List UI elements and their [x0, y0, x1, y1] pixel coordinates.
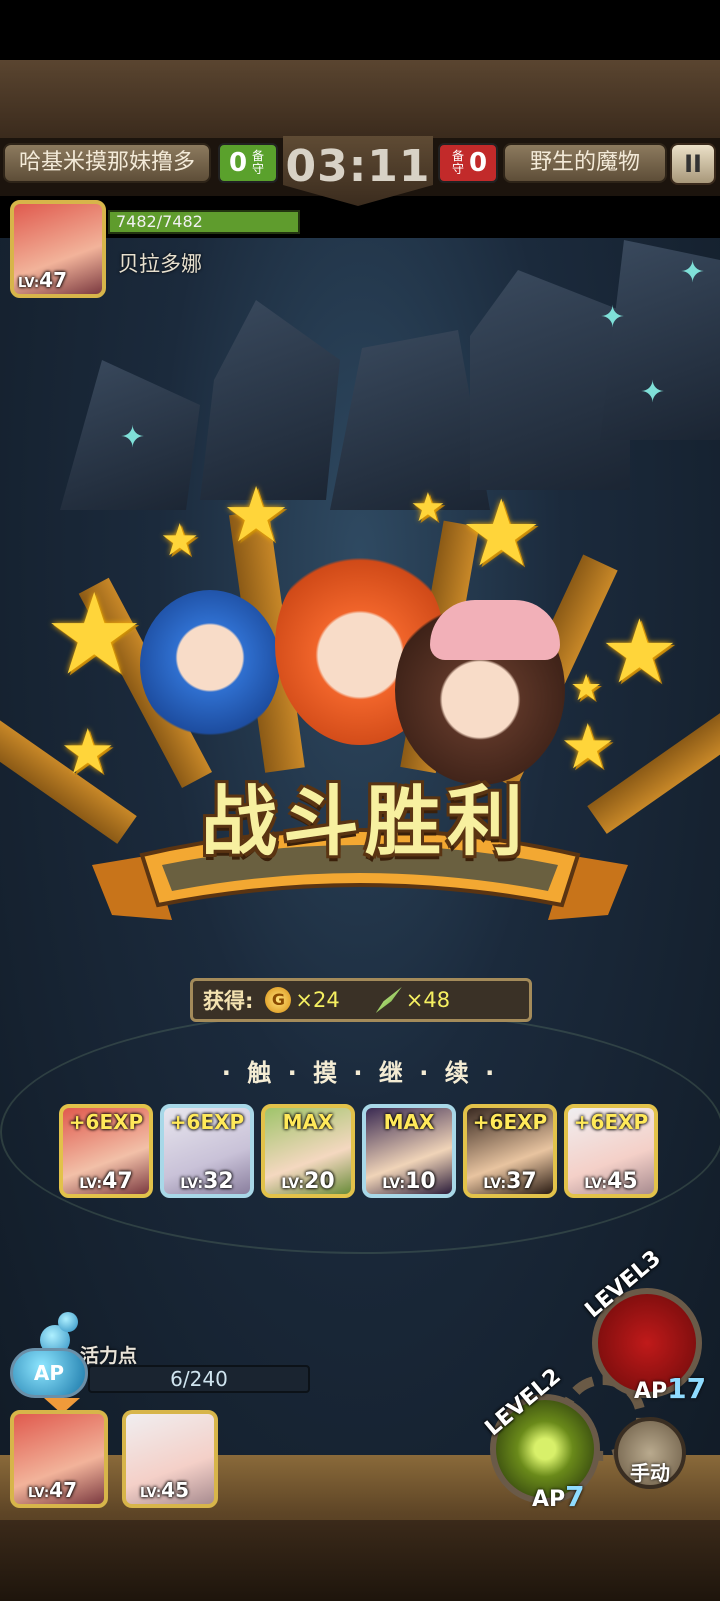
bench-level: LV:47	[28, 1478, 78, 1502]
team-card: MAX LV:10	[362, 1104, 456, 1198]
timer-text: 03:11	[285, 141, 431, 192]
exp-gain: MAX	[282, 1110, 334, 1134]
star-icon: ★	[60, 715, 116, 788]
bench-character-1[interactable]: LV:47	[10, 1410, 108, 1508]
feather-item-icon	[375, 987, 402, 1013]
enemy-level: LV:47	[18, 268, 68, 292]
rewards-label: 获得:	[203, 989, 254, 1013]
enemy-name: 贝拉多娜	[118, 252, 202, 276]
enemy-portrait: LV:47	[10, 200, 106, 298]
enemy-team-name: 野生的魔物	[503, 143, 667, 183]
card-level: LV:10	[382, 1169, 436, 1194]
sparkle-icon: ✦	[120, 420, 146, 455]
exp-gain: +6EXP	[169, 1110, 245, 1134]
star-icon: ★	[570, 668, 603, 709]
bottom-frame	[0, 1520, 720, 1601]
team-card: +6EXP LV:32	[160, 1104, 254, 1198]
top-frame	[0, 60, 720, 140]
character-pink-cap	[430, 600, 560, 660]
star-icon: ★	[44, 570, 145, 700]
player-score-label: 备守	[252, 149, 265, 176]
team-card: +6EXP LV:45	[564, 1104, 658, 1198]
skill-level3-ap: AP17	[634, 1372, 707, 1405]
skill-level2-ap: AP7	[532, 1480, 585, 1513]
card-level: LV:37	[483, 1169, 537, 1194]
team-card: +6EXP LV:47	[59, 1104, 153, 1198]
ap-bubble-icon	[58, 1312, 78, 1332]
star-icon: ★	[560, 710, 616, 783]
touch-to-continue[interactable]: · 触 · 摸 · 继 · 续 ·	[0, 1053, 720, 1088]
gold-coin-icon: G	[265, 987, 292, 1013]
gold-quantity: ×24	[295, 988, 340, 1012]
enemy-hp-bar: 7482/7482	[108, 210, 300, 234]
ap-label: 活力点	[80, 1345, 138, 1367]
star-icon: ★	[600, 600, 679, 703]
victory-title: 战斗胜利	[201, 777, 529, 866]
card-level: LV:20	[281, 1169, 335, 1194]
ap-orb: AP	[10, 1348, 88, 1398]
sparkle-icon: ✦	[680, 255, 706, 290]
rewards-panel: 获得: G ×24 ×48	[190, 978, 532, 1022]
enemy-hp-text: 7482/7482	[116, 212, 203, 231]
sparkle-icon: ✦	[640, 375, 666, 410]
exp-gain: MAX	[383, 1110, 435, 1134]
star-icon: ★	[160, 515, 200, 566]
player-name: 哈基米摸那妹撸多	[3, 143, 211, 183]
star-icon: ★	[222, 470, 291, 559]
item-quantity: ×48	[405, 988, 451, 1012]
star-icon: ★	[460, 480, 543, 587]
enemy-score-label: 备守	[451, 149, 464, 176]
team-card: +6EXP LV:37	[463, 1104, 557, 1198]
character-blue-cat-girl	[140, 590, 280, 740]
pause-button[interactable]: II	[670, 143, 716, 185]
ap-value: 6/240	[170, 1367, 228, 1391]
star-icon: ★	[410, 485, 446, 531]
bench-character-2[interactable]: LV:45	[122, 1410, 218, 1508]
exp-gain: +6EXP	[573, 1110, 649, 1134]
sparkle-icon: ✦	[600, 300, 626, 335]
team-card: MAX LV:20	[261, 1104, 355, 1198]
exp-gain: +6EXP	[68, 1110, 144, 1134]
manual-mode-button[interactable]: 手动	[614, 1417, 686, 1489]
enemy-score-value: 0	[468, 148, 488, 178]
card-level: LV:47	[79, 1169, 133, 1194]
enemy-score: 备守 0	[438, 143, 498, 183]
ap-bar: 6/240	[88, 1365, 310, 1393]
bench-level: LV:45	[140, 1478, 190, 1502]
exp-gain: +6EXP	[472, 1110, 548, 1134]
card-level: LV:32	[180, 1169, 234, 1194]
player-score-value: 0	[228, 148, 248, 178]
card-level: LV:45	[584, 1169, 638, 1194]
player-score: 0 备守	[218, 143, 278, 183]
